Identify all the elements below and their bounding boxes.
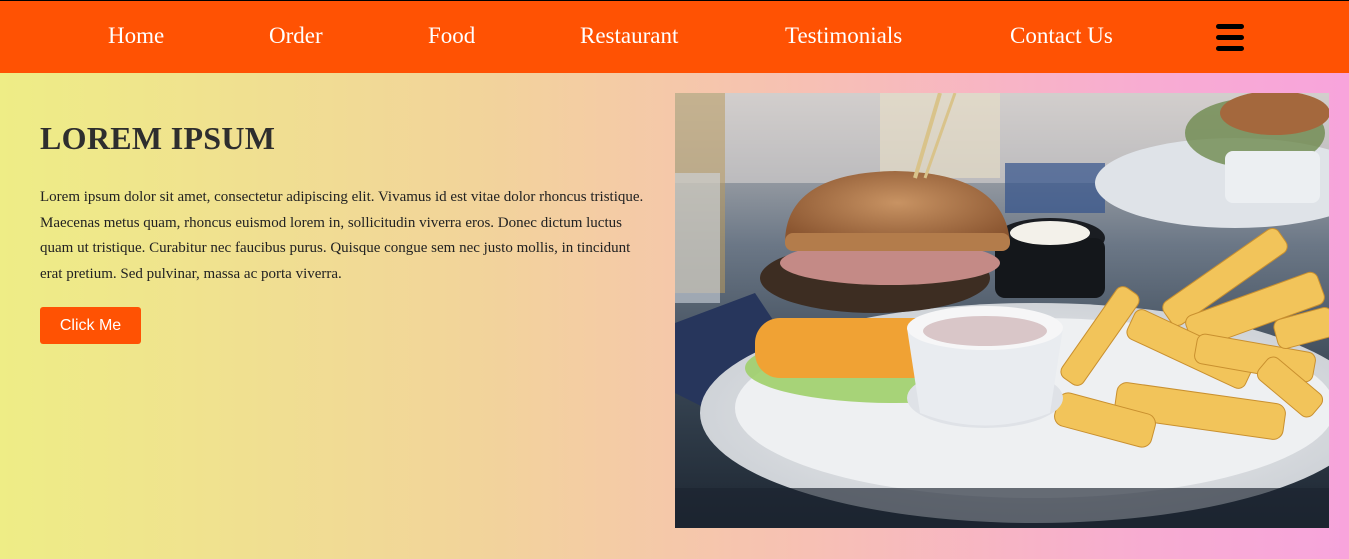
hero-title: LOREM IPSUM — [40, 120, 276, 156]
burger-and-fries-photo — [675, 93, 1329, 528]
nav-link-testimonials[interactable]: Testimonials — [785, 1, 902, 73]
nav-link-contact-us[interactable]: Contact Us — [1010, 1, 1113, 73]
nav-link-restaurant[interactable]: Restaurant — [580, 1, 678, 73]
hero-description: Lorem ipsum dolor sit amet, consectetur … — [40, 189, 644, 282]
hamburger-menu-icon[interactable] — [1216, 24, 1244, 51]
nav-link-food[interactable]: Food — [428, 1, 475, 73]
click-me-button[interactable]: Click Me — [40, 307, 141, 344]
nav-link-order[interactable]: Order — [269, 1, 323, 73]
top-navigation-bar: Home Order Food Restaurant Testimonials … — [0, 1, 1349, 73]
nav-link-home[interactable]: Home — [108, 1, 164, 73]
